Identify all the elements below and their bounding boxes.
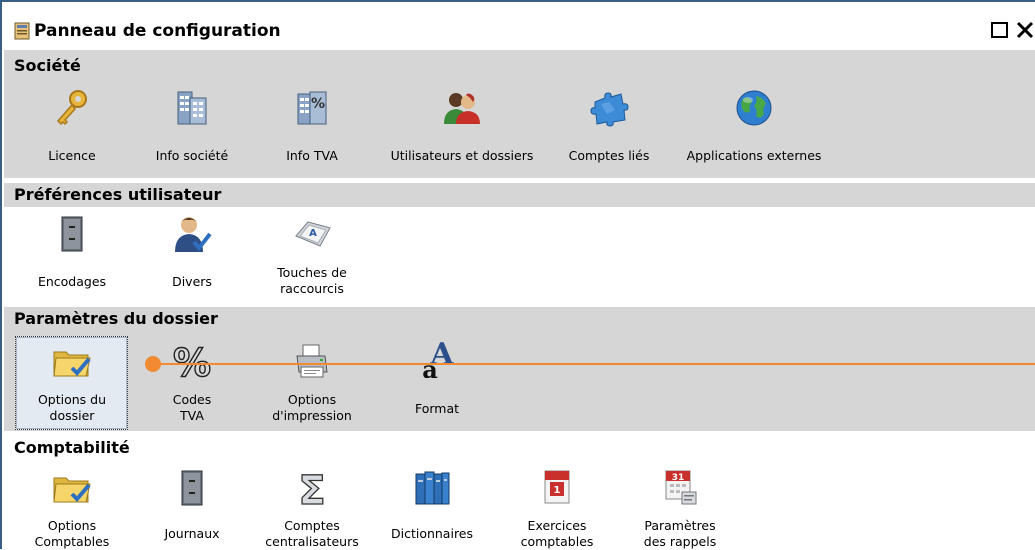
percent-sign: % xyxy=(173,342,211,382)
building-percent-icon: % xyxy=(297,91,327,125)
label-impression-1: Options xyxy=(287,392,337,407)
label-options-1: Options du xyxy=(37,392,107,407)
calendar-icon: 1 xyxy=(544,470,570,504)
label-rappels-2: des rappels xyxy=(643,534,717,549)
calendar-31-glyph: 31 xyxy=(672,473,685,483)
section-preferences: Préférences utilisateur xyxy=(4,183,1035,207)
label-divers: Divers xyxy=(172,274,212,289)
label-options-2: dossier xyxy=(49,408,95,423)
section-title-societe: Société xyxy=(14,56,81,75)
label-applications-externes: Applications externes xyxy=(686,148,822,163)
label-opt-compt-1: Options xyxy=(47,518,97,533)
label-rappels-1: Paramètres xyxy=(644,518,716,533)
key-icon xyxy=(56,90,87,126)
section-title-parametres: Paramètres du dossier xyxy=(14,309,218,328)
sigma-icon: Σ xyxy=(298,468,327,508)
user-check-icon xyxy=(175,217,212,252)
font-format-icon: A a xyxy=(422,338,454,378)
annotation-dot xyxy=(145,356,161,372)
section-comptabilite: Comptabilité xyxy=(4,436,1035,460)
label-centr-1: Comptes xyxy=(284,518,340,533)
percent-icon: % xyxy=(172,342,211,382)
section-title-comptabilite: Comptabilité xyxy=(14,438,130,457)
label-touches-2: raccourcis xyxy=(280,281,344,296)
calendar-day-glyph: 1 xyxy=(554,485,561,496)
section-title-preferences: Préférences utilisateur xyxy=(14,185,222,204)
folder-check-icon xyxy=(53,477,91,503)
control-panel-icon xyxy=(14,22,30,40)
label-journaux: Journaux xyxy=(164,526,220,541)
label-codes-2: TVA xyxy=(180,408,204,423)
sigma-glyph: Σ xyxy=(298,468,325,508)
users-icon xyxy=(444,93,480,124)
folder-check-icon xyxy=(53,351,91,377)
label-info-tva: Info TVA xyxy=(286,148,338,163)
books-icon xyxy=(415,471,450,505)
building-icon xyxy=(177,91,207,125)
label-utilisateurs-dossiers: Utilisateurs et dossiers xyxy=(390,148,534,163)
label-comptes-lies: Comptes liés xyxy=(568,148,650,163)
format-small-glyph: a xyxy=(422,355,438,378)
window-title: Panneau de configuration xyxy=(34,21,281,41)
label-exercices-2: comptables xyxy=(520,534,594,549)
title-bar: Panneau de configuration xyxy=(4,16,1035,46)
label-opt-compt-2: Comptables xyxy=(34,534,110,549)
percent-glyph: % xyxy=(311,96,325,112)
label-licence: Licence xyxy=(48,148,96,163)
printer-icon xyxy=(296,344,328,378)
cabinet-icon xyxy=(181,470,203,506)
label-exercices-1: Exercices xyxy=(527,518,587,533)
control-panel-window: Panneau de configuration Société Licence xyxy=(0,0,1035,549)
label-format: Format xyxy=(414,401,460,416)
label-impression-2: d'impression xyxy=(272,408,352,423)
keyboard-key-icon: A xyxy=(295,221,331,247)
label-codes-1: Codes xyxy=(172,392,212,407)
label-touches-1: Touches de xyxy=(277,265,347,280)
maximize-icon[interactable] xyxy=(990,20,1010,40)
puzzle-icon xyxy=(590,92,629,127)
annotation-line xyxy=(152,363,1035,365)
label-dictionnaires: Dictionnaires xyxy=(390,526,474,541)
key-glyph: A xyxy=(309,228,317,239)
label-centr-2: centralisateurs xyxy=(265,534,359,549)
label-info-societe: Info société xyxy=(155,148,229,163)
close-icon[interactable] xyxy=(1015,20,1035,40)
globe-icon xyxy=(736,90,772,126)
calendar-reminder-icon: 31 xyxy=(665,470,697,505)
cabinet-icon xyxy=(61,216,83,252)
label-encodages: Encodages xyxy=(37,274,107,289)
